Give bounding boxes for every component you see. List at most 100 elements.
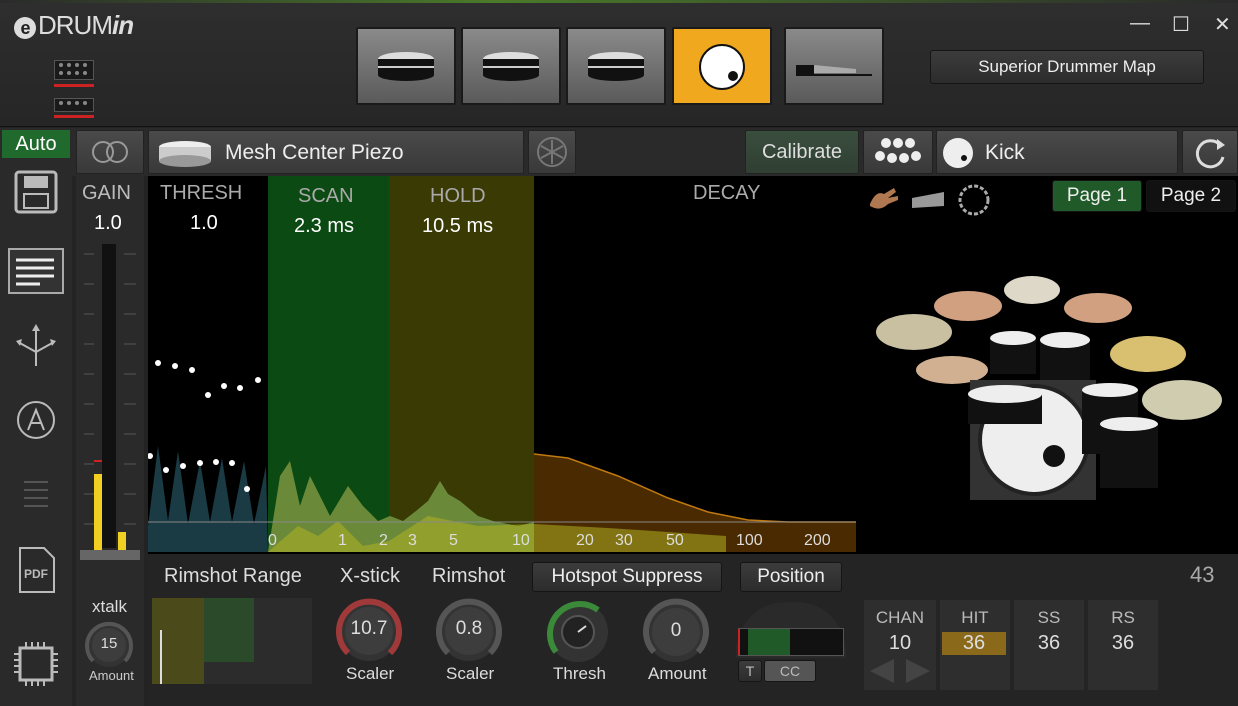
xtalk-label: xtalk	[92, 597, 127, 616]
branch-arrows-icon	[16, 324, 56, 366]
link-pads-button[interactable]	[76, 130, 144, 174]
link-rings-icon	[92, 141, 128, 163]
kick-icon	[943, 138, 973, 168]
routing-button[interactable]	[12, 322, 60, 370]
pad-hihat-pedal-button[interactable]	[784, 27, 884, 105]
mesh-snare-icon	[159, 141, 211, 167]
midi-port-1-icon[interactable]	[54, 60, 94, 87]
rimshot-scaler-label: Scaler	[446, 664, 495, 683]
midi-rs-cell[interactable]: RS 36	[1088, 600, 1158, 690]
drum-kit-button[interactable]	[863, 130, 933, 174]
hand-icon[interactable]	[866, 184, 902, 219]
note-name: Kick	[985, 141, 1025, 164]
xtalk-amount-label: Amount	[89, 668, 134, 683]
save-button[interactable]	[12, 168, 60, 216]
ss-value: 36	[1037, 632, 1061, 654]
snare-drum-icon	[378, 52, 434, 81]
cowbell-icon[interactable]	[910, 190, 948, 217]
pad-snare-button-2[interactable]	[461, 27, 561, 105]
svg-text:PDF: PDF	[24, 567, 48, 581]
hihat-pedal-icon	[796, 65, 872, 76]
list-lines-icon	[16, 258, 54, 286]
edrumin-window: e DRUMin Superior Drummer Map — ☐ ✕ Auto …	[0, 0, 1238, 706]
pad-selector[interactable]: Mesh Center Piezo	[148, 130, 524, 174]
superior-drummer-map-button[interactable]: Superior Drummer Map	[930, 50, 1204, 84]
axis-tick: 3	[408, 532, 417, 549]
midi-port-2-icon[interactable]	[54, 98, 94, 118]
top-accent-line	[0, 0, 1238, 3]
hotspot-amount-knob[interactable]: 0	[642, 598, 710, 666]
refresh-icon	[1195, 139, 1225, 169]
axis-tick: 5	[449, 532, 458, 549]
pad-snare-button-3[interactable]	[566, 27, 666, 105]
drum-kit-image[interactable]	[870, 268, 1230, 518]
minimize-button[interactable]: —	[1130, 12, 1150, 35]
axis-tick: 30	[615, 532, 633, 549]
autoassign-button[interactable]	[12, 396, 60, 444]
rimshot-range-graph[interactable]	[152, 598, 312, 684]
page-2-tab[interactable]: Page 2	[1146, 180, 1236, 212]
pdf-document-icon: PDF	[19, 547, 55, 593]
yamaha-logo-icon	[537, 137, 567, 167]
edrumin-logo: e DRUMin	[14, 10, 134, 41]
hotspot-thresh-knob[interactable]	[544, 598, 612, 666]
rs-value: 36	[1111, 632, 1135, 654]
midi-hit-cell[interactable]: HIT 36	[940, 600, 1010, 690]
page-1-tab[interactable]: Page 1	[1052, 180, 1142, 212]
pdf-button[interactable]: PDF	[12, 544, 60, 593]
thresh-label: THRESH	[160, 182, 243, 204]
chip-icon	[14, 642, 58, 686]
hold-value[interactable]: 10.5 ms	[422, 215, 493, 238]
snare-drum-icon	[483, 52, 539, 81]
note-selector[interactable]: Kick	[936, 130, 1178, 174]
scan-label: SCAN	[298, 185, 354, 207]
chan-value: 10	[888, 632, 912, 654]
gain-meter[interactable]	[80, 244, 140, 562]
chan-label: CHAN	[875, 608, 925, 627]
rimshot-value: 0.8	[455, 618, 483, 639]
xtalk-knob[interactable]: 15	[84, 620, 134, 670]
refresh-button[interactable]	[1182, 130, 1238, 174]
thresh-value: 1.0	[190, 212, 218, 234]
t-button[interactable]: T	[738, 660, 762, 682]
drum-kit-dots-icon	[875, 138, 921, 163]
axis-tick: 10	[512, 532, 530, 549]
scan-value[interactable]: 2.3 ms	[294, 215, 354, 238]
close-button[interactable]: ✕	[1214, 12, 1231, 37]
kick-drum-icon	[699, 44, 745, 90]
position-button[interactable]: Position	[740, 562, 842, 592]
tambourine-icon[interactable]	[956, 182, 992, 223]
amount-knob-label: Amount	[648, 664, 707, 683]
xtalk-value: 15	[100, 635, 118, 652]
hit-label: HIT	[961, 608, 989, 627]
axis-tick: 50	[666, 532, 684, 549]
circled-a-icon	[17, 401, 55, 439]
snare-drum-icon	[588, 52, 644, 81]
xstick-scaler-knob[interactable]: 10.7	[334, 596, 404, 666]
calibrate-button[interactable]: Calibrate	[745, 130, 859, 174]
pad-kick-button[interactable]	[672, 27, 772, 105]
gain-value: 1.0	[94, 212, 122, 234]
auto-button[interactable]: Auto	[2, 130, 70, 158]
yamaha-button[interactable]	[528, 130, 576, 174]
list-view-button[interactable]	[8, 248, 64, 294]
axis-tick: 20	[576, 532, 594, 549]
floppy-disk-icon	[14, 170, 58, 214]
hardware-button[interactable]	[12, 640, 60, 688]
hotspot-suppress-button[interactable]: Hotspot Suppress	[532, 562, 722, 592]
trigger-graph[interactable]: THRESH 1.0 SCAN 2.3 ms HOLD 10.5 ms DECA…	[147, 176, 858, 554]
hit-value: 36	[942, 632, 1006, 655]
axis-tick: 2	[379, 532, 388, 549]
xstick-label: X-stick	[340, 565, 400, 587]
midi-ss-cell[interactable]: SS 36	[1014, 600, 1084, 690]
maximize-button[interactable]: ☐	[1172, 12, 1190, 37]
xstick-scaler-label: Scaler	[346, 664, 395, 683]
rimshot-scaler-knob[interactable]: 0.8	[434, 596, 504, 666]
chan-arrows-icon[interactable]	[864, 655, 936, 685]
axis-tick: 100	[736, 532, 763, 549]
midi-chan-cell[interactable]: CHAN 10	[864, 600, 936, 690]
pad-snare-button-1[interactable]	[356, 27, 456, 105]
rs-label: RS	[1111, 608, 1135, 627]
hit-counter: 43	[1190, 562, 1215, 587]
cc-button[interactable]: CC	[764, 660, 816, 682]
